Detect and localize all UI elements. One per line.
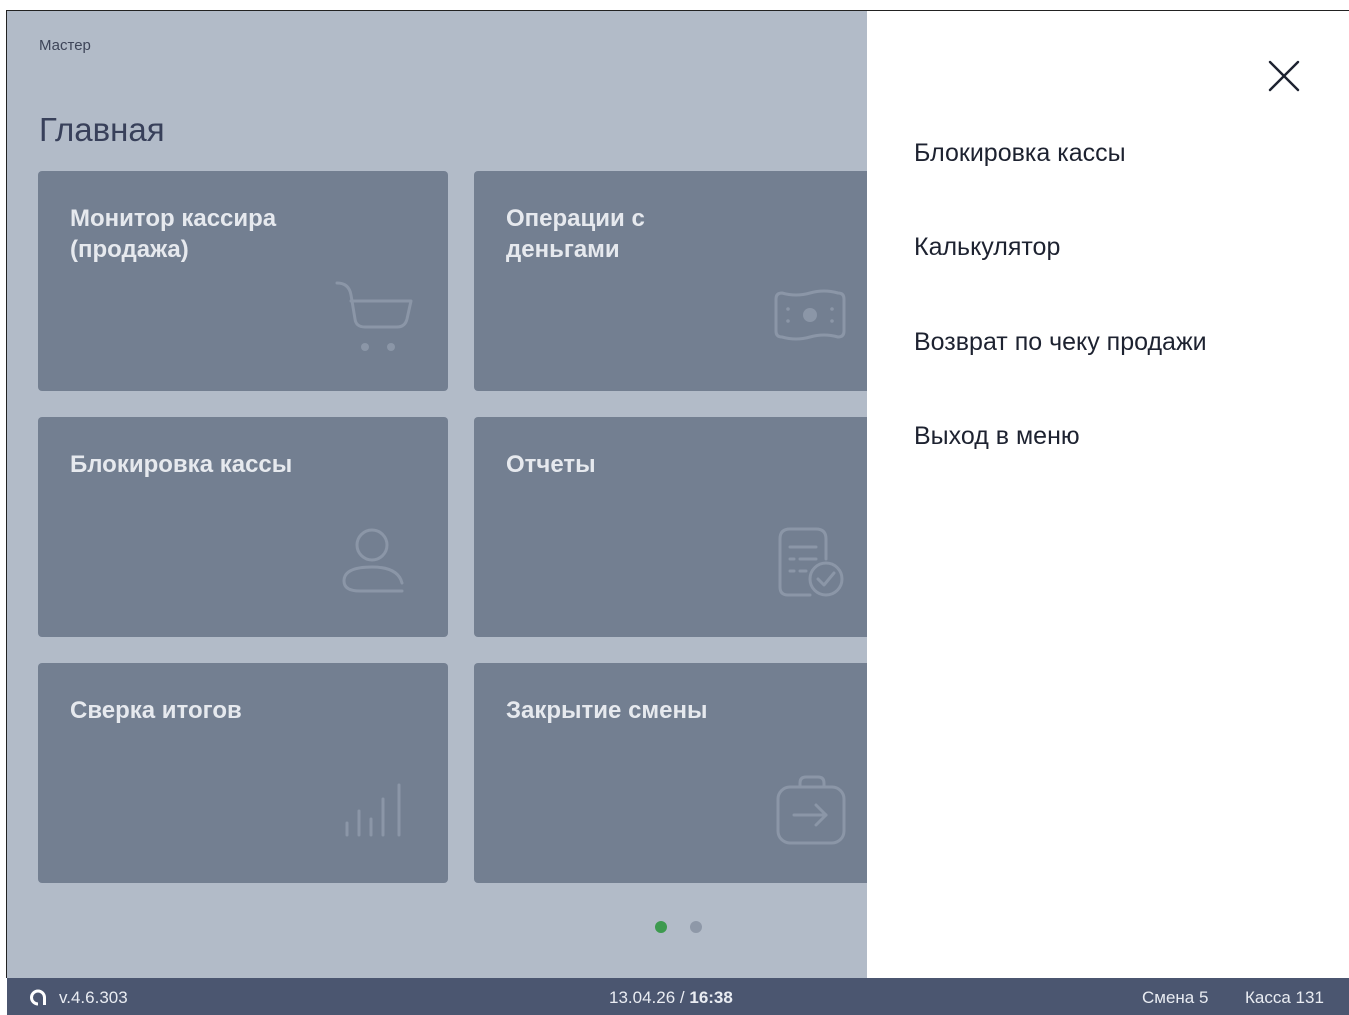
- register-number: Касса 131: [1245, 988, 1324, 1007]
- tile-shift-close[interactable]: Закрытие смены: [474, 663, 867, 883]
- main-area: Мастер Главная Монитор кассира (продажа)…: [7, 11, 867, 978]
- menu-item-register-lock[interactable]: Блокировка кассы: [914, 139, 1126, 168]
- exit-icon: [774, 773, 850, 847]
- app-logo-icon: [29, 989, 47, 1012]
- app-version: v.4.6.303: [59, 988, 128, 1007]
- date-text: 13.04.26: [609, 988, 676, 1007]
- tile-label: Отчеты: [506, 451, 596, 478]
- tile-cashier-monitor[interactable]: Монитор кассира (продажа): [38, 171, 448, 391]
- breadcrumb: Мастер: [39, 37, 91, 54]
- money-icon: [772, 287, 848, 343]
- time-text: 16:38: [689, 988, 733, 1007]
- bar-chart-icon: [341, 779, 405, 839]
- tile-money-operations[interactable]: Операции с деньгами: [474, 171, 867, 391]
- menu-item-exit-to-menu[interactable]: Выход в меню: [914, 422, 1080, 451]
- tile-label: Сверка итогов: [70, 697, 242, 724]
- report-icon: [776, 525, 848, 601]
- close-icon[interactable]: [1267, 59, 1301, 93]
- date-time: 13.04.26 / 16:38: [609, 988, 733, 1008]
- date-time-separator: /: [675, 988, 690, 1007]
- page-title: Главная: [39, 111, 165, 148]
- tile-register-lock[interactable]: Блокировка кассы: [38, 417, 448, 637]
- status-bar: v.4.6.303 13.04.26 / 16:38 Смена 5 Касса…: [7, 978, 1349, 1015]
- tile-label: Монитор кассира (продажа): [70, 205, 277, 263]
- tile-label: Операции с деньгами: [506, 205, 645, 263]
- page-dot-active[interactable]: [655, 921, 667, 933]
- menu-item-calculator[interactable]: Калькулятор: [914, 233, 1060, 262]
- cart-icon: [333, 279, 413, 354]
- tile-label: Блокировка кассы: [70, 451, 293, 478]
- shift-number: Смена 5: [1142, 988, 1209, 1007]
- tile-label: Закрытие смены: [506, 697, 708, 724]
- side-menu-panel: Блокировка кассы Калькулятор Возврат по …: [867, 11, 1349, 978]
- menu-item-sale-return[interactable]: Возврат по чеку продажи: [914, 328, 1207, 357]
- tile-totals-reconciliation[interactable]: Сверка итогов: [38, 663, 448, 883]
- tile-reports[interactable]: Отчеты: [474, 417, 867, 637]
- user-icon: [338, 525, 410, 595]
- page-dot[interactable]: [690, 921, 702, 933]
